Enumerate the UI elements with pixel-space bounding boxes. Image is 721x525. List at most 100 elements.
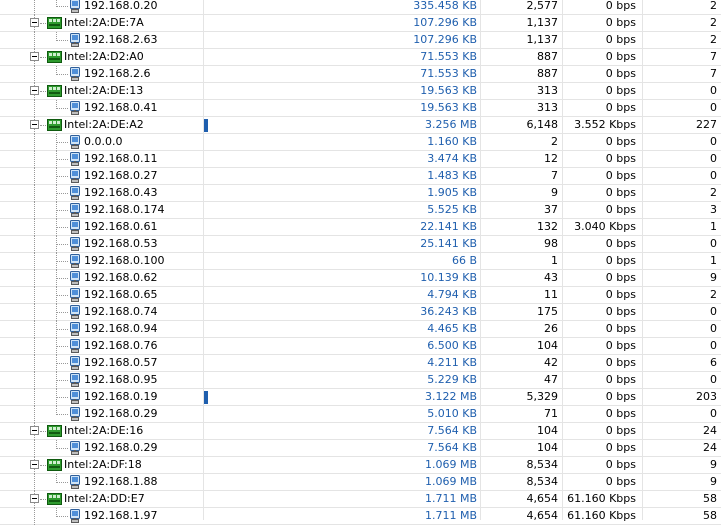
bytes-cell: 19.563 KB: [420, 101, 477, 114]
packets-cell: 1,137: [526, 16, 559, 29]
name-cell: 192.168.0.74: [0, 304, 203, 321]
tree-row-adapter[interactable]: Intel:2A:DE:A2 3.256 MB 6,148 3.552 Kbps 227: [0, 117, 721, 134]
bps-cell: 0 bps: [605, 288, 636, 301]
column-separator[interactable]: [562, 0, 563, 520]
bytes-cell: 10.139 KB: [420, 271, 477, 284]
host-label: 192.168.0.41: [84, 101, 158, 114]
host-label: 192.168.0.11: [84, 152, 158, 165]
tree-line: [40, 23, 46, 24]
tree-row-adapter[interactable]: Intel:2A:DE:7A 107.296 KB 1,137 0 bps 2: [0, 15, 721, 32]
column-separator[interactable]: [203, 0, 204, 520]
name-cell: 192.168.0.100: [0, 253, 203, 270]
last-column-cell: 0: [710, 373, 717, 386]
bps-cell: 0 bps: [605, 373, 636, 386]
column-separator[interactable]: [642, 0, 643, 520]
packets-cell: 4,654: [526, 509, 559, 522]
bps-cell: 0 bps: [605, 203, 636, 216]
tree-line: [34, 168, 35, 185]
packets-cell: 9: [551, 186, 558, 199]
tree-row-host[interactable]: 192.168.0.174 5.525 KB 37 0 bps 3: [0, 202, 721, 219]
computer-icon: [69, 254, 81, 269]
tree-row-host[interactable]: 192.168.0.94 4.465 KB 26 0 bps 0: [0, 321, 721, 338]
tree-line: [57, 159, 68, 160]
tree-row-host[interactable]: 192.168.0.29 5.010 KB 71 0 bps 0: [0, 406, 721, 423]
computer-icon: [69, 475, 81, 490]
bytes-cell: 1.160 KB: [427, 135, 477, 148]
tree-row-host[interactable]: 192.168.0.76 6.500 KB 104 0 bps 0: [0, 338, 721, 355]
tree-row-adapter[interactable]: Intel:2A:D2:A0 71.553 KB 887 0 bps 7: [0, 49, 721, 66]
tree-row-host[interactable]: 192.168.0.65 4.794 KB 11 0 bps 2: [0, 287, 721, 304]
tree-row-host[interactable]: 192.168.2.63 107.296 KB 1,137 0 bps 2: [0, 32, 721, 49]
tree-row-host[interactable]: 192.168.1.88 1.069 MB 8,534 0 bps 9: [0, 474, 721, 491]
tree-row-host[interactable]: 192.168.0.57 4.211 KB 42 0 bps 6: [0, 355, 721, 372]
tree-line: [34, 338, 35, 355]
tree-row-host[interactable]: 192.168.0.43 1.905 KB 9 0 bps 2: [0, 185, 721, 202]
collapse-minus-icon[interactable]: [30, 18, 39, 27]
tree-line: [34, 270, 35, 287]
tree-line: [57, 312, 68, 313]
tree-row-host[interactable]: 192.168.0.100 66 B 1 0 bps 1: [0, 253, 721, 270]
bps-cell: 0 bps: [605, 33, 636, 46]
packets-cell: 8,534: [526, 475, 559, 488]
bytes-cell: 36.243 KB: [420, 305, 477, 318]
column-separator[interactable]: [480, 0, 481, 520]
adapter-label: Intel:2A:DE:13: [64, 84, 144, 97]
tree-row-host[interactable]: 192.168.0.62 10.139 KB 43 0 bps 9: [0, 270, 721, 287]
tree-line: [40, 57, 46, 58]
tree-row-adapter[interactable]: Intel:2A:DE:13 19.563 KB 313 0 bps 0: [0, 83, 721, 100]
tree-line: [57, 448, 68, 449]
tree-row-host[interactable]: 192.168.0.19 3.122 MB 5,329 0 bps 203: [0, 389, 721, 406]
tree-row-host[interactable]: 192.168.0.74 36.243 KB 175 0 bps 0: [0, 304, 721, 321]
tree-row-host[interactable]: 192.168.0.61 22.141 KB 132 3.040 Kbps 1: [0, 219, 721, 236]
last-column-cell: 227: [696, 118, 717, 131]
bps-cell: 61.160 Kbps: [567, 492, 636, 505]
tree-row-host[interactable]: 192.168.1.97 1.711 MB 4,654 61.160 Kbps 58: [0, 508, 721, 525]
bps-cell: 0 bps: [605, 16, 636, 29]
collapse-minus-icon[interactable]: [30, 494, 39, 503]
tree-row-adapter[interactable]: Intel:2A:DD:E7 1.711 MB 4,654 61.160 Kbps 58: [0, 491, 721, 508]
packets-cell: 313: [537, 84, 558, 97]
bps-cell: 0 bps: [605, 186, 636, 199]
name-cell: Intel:2A:DE:16: [0, 423, 203, 440]
collapse-minus-icon[interactable]: [30, 52, 39, 61]
host-label: 192.168.0.29: [84, 407, 158, 420]
tree-row-host[interactable]: 192.168.0.53 25.141 KB 98 0 bps 0: [0, 236, 721, 253]
tree-line: [34, 219, 35, 236]
tree-row-host[interactable]: 192.168.0.20 335.458 KB 2,577 0 bps 2: [0, 0, 721, 15]
collapse-minus-icon[interactable]: [30, 86, 39, 95]
tree-row-host[interactable]: 192.168.0.29 7.564 KB 104 0 bps 24: [0, 440, 721, 457]
bytes-cell: 1.711 MB: [424, 509, 477, 522]
tree-row-adapter[interactable]: Intel:2A:DF:18 1.069 MB 8,534 0 bps 9: [0, 457, 721, 474]
bytes-cell: 5.229 KB: [427, 373, 477, 386]
last-column-cell: 2: [710, 33, 717, 46]
bps-cell: 0 bps: [605, 458, 636, 471]
tree-line: [34, 440, 35, 457]
last-column-cell: 2: [710, 288, 717, 301]
tree-row-adapter[interactable]: Intel:2A:DE:16 7.564 KB 104 0 bps 24: [0, 423, 721, 440]
collapse-minus-icon[interactable]: [30, 120, 39, 129]
host-label: 192.168.2.6: [84, 67, 151, 80]
tree-row-host[interactable]: 192.168.0.27 1.483 KB 7 0 bps 0: [0, 168, 721, 185]
bytes-cell: 107.296 KB: [413, 33, 477, 46]
tree-line: [57, 295, 68, 296]
tree-row-host[interactable]: 192.168.2.6 71.553 KB 887 0 bps 7: [0, 66, 721, 83]
tree-row-host[interactable]: 192.168.0.11 3.474 KB 12 0 bps 0: [0, 151, 721, 168]
packets-cell: 7: [551, 169, 558, 182]
tree-row-host[interactable]: 192.168.0.41 19.563 KB 313 0 bps 0: [0, 100, 721, 117]
packets-cell: 37: [544, 203, 558, 216]
activity-bar: [204, 391, 208, 404]
bps-cell: 3.040 Kbps: [574, 220, 636, 233]
collapse-minus-icon[interactable]: [30, 460, 39, 469]
tree-line: [34, 304, 35, 321]
tree-line: [34, 236, 35, 253]
node-traffic-tree-table: 192.168.0.20 335.458 KB 2,577 0 bps 2 Intel:2…: [0, 0, 721, 525]
tree-row-host[interactable]: 0.0.0.0 1.160 KB 2 0 bps 0: [0, 134, 721, 151]
tree-line: [34, 321, 35, 338]
tree-row-host[interactable]: 192.168.0.95 5.229 KB 47 0 bps 0: [0, 372, 721, 389]
collapse-minus-icon[interactable]: [30, 426, 39, 435]
name-cell: 192.168.0.11: [0, 151, 203, 168]
name-cell: 192.168.0.53: [0, 236, 203, 253]
adapter-label: Intel:2A:DF:18: [64, 458, 142, 471]
tree-line: [34, 287, 35, 304]
tree-line: [34, 508, 35, 525]
